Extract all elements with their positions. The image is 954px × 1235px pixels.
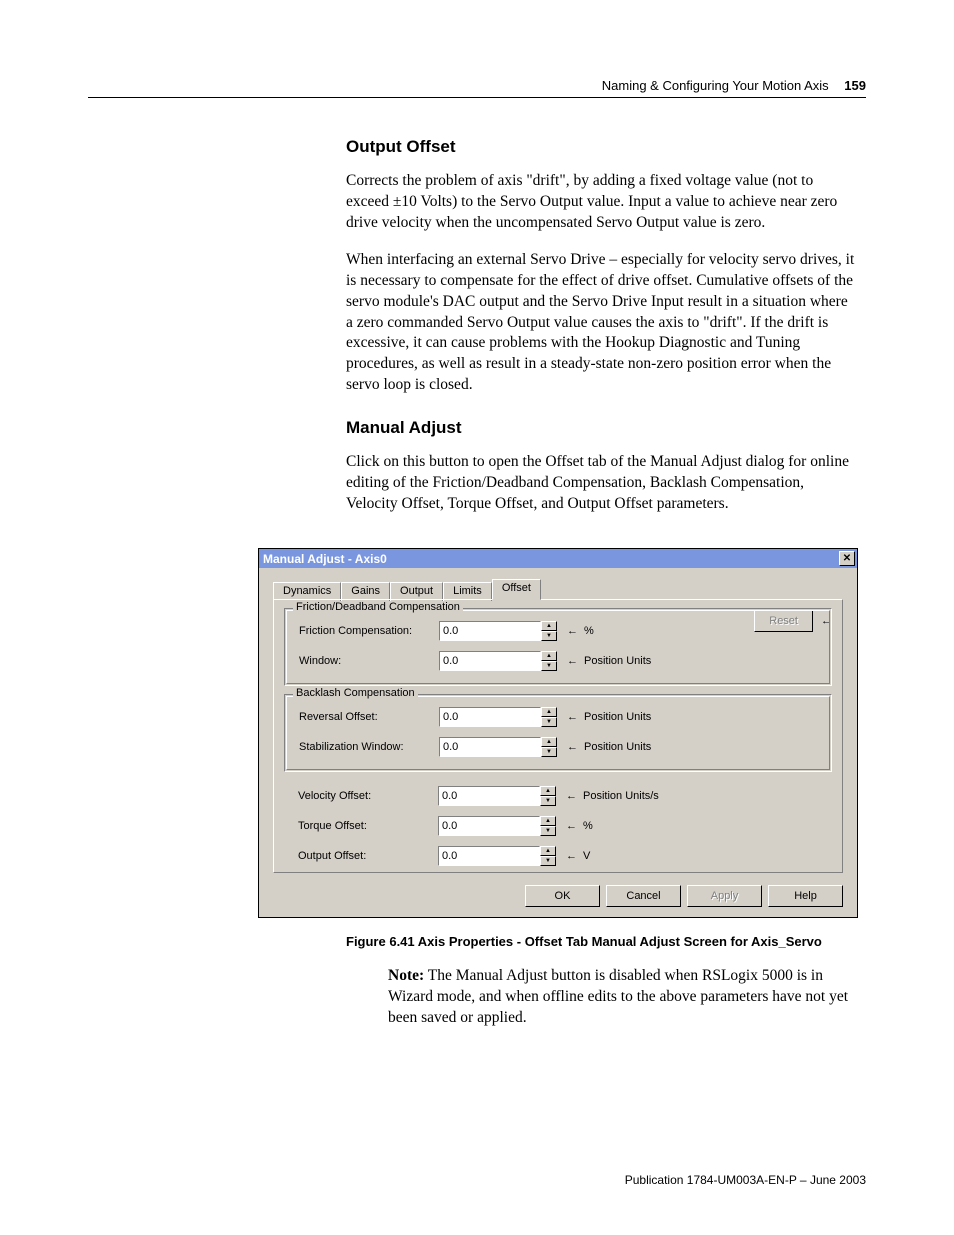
spin-down-icon[interactable]: ▼ <box>540 856 556 866</box>
spin-down-icon[interactable]: ▼ <box>541 661 557 671</box>
ok-button[interactable]: OK <box>525 885 600 907</box>
spin-up-icon[interactable]: ▲ <box>541 651 557 661</box>
dialog-title: Manual Adjust - Axis0 <box>263 552 387 566</box>
window-input[interactable]: ▲▼ <box>439 651 557 671</box>
window-unit: Position Units <box>584 655 651 667</box>
output-unit: V <box>583 850 590 862</box>
torque-unit: % <box>583 820 593 832</box>
spin-up-icon[interactable]: ▲ <box>541 621 557 631</box>
dialog-buttons: OK Cancel Apply Help <box>525 885 843 907</box>
group-backlash: Backlash Compensation Reversal Offset: ▲… <box>284 694 832 772</box>
velocity-unit: Position Units/s <box>583 790 659 802</box>
header-rule <box>88 97 866 98</box>
velocity-label: Velocity Offset: <box>298 790 438 802</box>
heading-manual-adjust: Manual Adjust <box>346 418 858 438</box>
spin-down-icon[interactable]: ▼ <box>541 747 557 757</box>
arrow-left-icon: ← <box>567 655 578 667</box>
output-label: Output Offset: <box>298 850 438 862</box>
arrow-left-icon: ← <box>567 625 578 637</box>
spin-up-icon[interactable]: ▲ <box>541 707 557 717</box>
velocity-input[interactable]: ▲▼ <box>438 786 556 806</box>
reversal-unit: Position Units <box>584 711 651 723</box>
reversal-label: Reversal Offset: <box>299 711 439 723</box>
page-header: Naming & Configuring Your Motion Axis 15… <box>602 78 866 93</box>
group-friction: Friction/Deadband Compensation Friction … <box>284 608 832 686</box>
group-backlash-title: Backlash Compensation <box>293 687 418 699</box>
page-footer: Publication 1784-UM003A-EN-P – June 2003 <box>625 1173 866 1187</box>
dialog-titlebar: Manual Adjust - Axis0 ✕ <box>259 549 857 568</box>
apply-button[interactable]: Apply <box>687 885 762 907</box>
para-output-offset-2: When interfacing an external Servo Drive… <box>346 250 858 396</box>
spin-up-icon[interactable]: ▲ <box>540 816 556 826</box>
torque-label: Torque Offset: <box>298 820 438 832</box>
stab-unit: Position Units <box>584 741 651 753</box>
close-icon[interactable]: ✕ <box>839 551 855 566</box>
chapter-title: Naming & Configuring Your Motion Axis <box>602 78 829 93</box>
manual-adjust-dialog: Manual Adjust - Axis0 ✕ Dynamics Gains O… <box>258 548 858 918</box>
spin-down-icon[interactable]: ▼ <box>541 631 557 641</box>
stab-input[interactable]: ▲▼ <box>439 737 557 757</box>
arrow-left-icon: ← <box>567 711 578 723</box>
friction-unit: % <box>584 625 594 637</box>
reversal-input[interactable]: ▲▼ <box>439 707 557 727</box>
group-friction-title: Friction/Deadband Compensation <box>293 601 463 613</box>
note-paragraph: Note: The Manual Adjust button is disabl… <box>388 966 858 1029</box>
note-bold: Note: <box>388 967 424 984</box>
friction-label: Friction Compensation: <box>299 625 439 637</box>
friction-field[interactable] <box>439 621 541 641</box>
window-label: Window: <box>299 655 439 667</box>
arrow-left-icon: ← <box>566 820 577 832</box>
output-field[interactable] <box>438 846 540 866</box>
torque-input[interactable]: ▲▼ <box>438 816 556 836</box>
arrow-left-icon: ← <box>566 790 577 802</box>
note-text: The Manual Adjust button is disabled whe… <box>388 967 848 1026</box>
page-number: 159 <box>844 78 866 93</box>
reversal-field[interactable] <box>439 707 541 727</box>
body-content: Output Offset Corrects the problem of ax… <box>346 137 858 531</box>
arrow-left-icon: ← <box>567 741 578 753</box>
window-field[interactable] <box>439 651 541 671</box>
help-button[interactable]: Help <box>768 885 843 907</box>
figure-caption: Figure 6.41 Axis Properties - Offset Tab… <box>346 934 858 949</box>
spin-up-icon[interactable]: ▲ <box>540 846 556 856</box>
heading-output-offset: Output Offset <box>346 137 858 157</box>
spin-down-icon[interactable]: ▼ <box>540 826 556 836</box>
arrow-left-icon: ← <box>566 850 577 862</box>
spin-down-icon[interactable]: ▼ <box>540 796 556 806</box>
dialog-figure: Manual Adjust - Axis0 ✕ Dynamics Gains O… <box>258 548 858 918</box>
stab-field[interactable] <box>439 737 541 757</box>
friction-input[interactable]: ▲▼ <box>439 621 557 641</box>
spin-up-icon[interactable]: ▲ <box>540 786 556 796</box>
stab-label: Stabilization Window: <box>299 741 439 753</box>
cancel-button[interactable]: Cancel <box>606 885 681 907</box>
spin-down-icon[interactable]: ▼ <box>541 717 557 727</box>
offset-panel: Reset ← Friction/Deadband Compensation F… <box>273 599 843 873</box>
torque-field[interactable] <box>438 816 540 836</box>
output-input[interactable]: ▲▼ <box>438 846 556 866</box>
tab-strip: Dynamics Gains Output Limits Offset <box>273 579 541 600</box>
tab-offset[interactable]: Offset <box>492 579 541 600</box>
para-manual-adjust-1: Click on this button to open the Offset … <box>346 452 858 515</box>
para-output-offset-1: Corrects the problem of axis "drift", by… <box>346 171 858 234</box>
spin-up-icon[interactable]: ▲ <box>541 737 557 747</box>
velocity-field[interactable] <box>438 786 540 806</box>
